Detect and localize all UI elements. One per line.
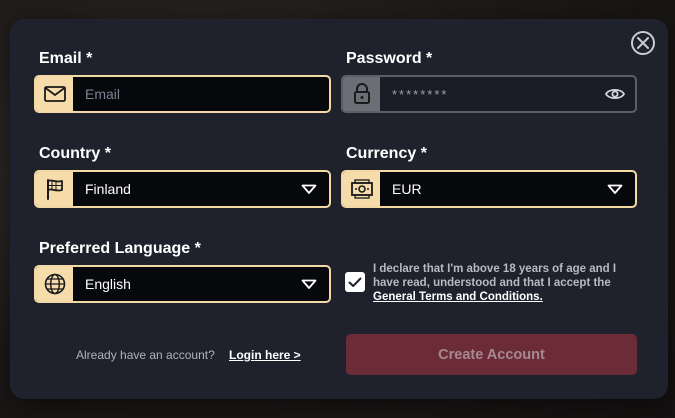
chevron-down-icon [301, 184, 317, 194]
create-account-button[interactable]: Create Account [346, 334, 637, 375]
email-label: Email * [39, 50, 93, 67]
country-value: Finland [85, 181, 131, 197]
globe-icon [44, 273, 65, 295]
language-dropdown-toggle[interactable] [289, 267, 329, 301]
eye-icon [605, 88, 625, 100]
password-input[interactable]: ******** [380, 87, 595, 102]
language-select[interactable]: English [34, 265, 331, 303]
age-terms-checkbox[interactable] [345, 272, 365, 292]
country-icon-box [36, 172, 73, 206]
language-label: Preferred Language * [39, 240, 201, 257]
currency-dropdown-toggle[interactable] [595, 172, 635, 206]
currency-label: Currency * [346, 145, 427, 162]
banknote-icon [350, 179, 373, 199]
email-input[interactable] [73, 77, 329, 111]
checkmark-icon [348, 277, 362, 287]
country-dropdown-toggle[interactable] [289, 172, 329, 206]
password-label: Password * [346, 50, 433, 67]
country-select[interactable]: Finland [34, 170, 331, 208]
currency-select[interactable]: EUR [341, 170, 637, 208]
password-icon-box [343, 77, 380, 111]
currency-value: EUR [392, 181, 422, 197]
login-link[interactable]: Login here > [229, 348, 301, 362]
flag-icon [46, 179, 63, 200]
email-icon-box [36, 77, 73, 111]
currency-icon-box [343, 172, 380, 206]
chevron-down-icon [301, 279, 317, 289]
country-label: Country * [39, 145, 111, 162]
toggle-password-visibility[interactable] [595, 77, 635, 111]
close-icon [637, 37, 649, 49]
already-have-account-text: Already have an account? [76, 348, 215, 362]
declaration-text-block: I declare that I'm above 18 years of age… [373, 262, 623, 304]
language-icon-box [36, 267, 73, 301]
email-field [34, 75, 331, 113]
close-button[interactable] [631, 31, 655, 55]
terms-link[interactable]: General Terms and Conditions. [373, 291, 543, 303]
chevron-down-icon [607, 184, 623, 194]
lock-icon [353, 83, 370, 104]
declaration-text: I declare that I'm above 18 years of age… [373, 263, 617, 289]
envelope-icon [43, 86, 66, 102]
password-field: ******** [341, 75, 637, 113]
language-value: English [85, 276, 131, 292]
